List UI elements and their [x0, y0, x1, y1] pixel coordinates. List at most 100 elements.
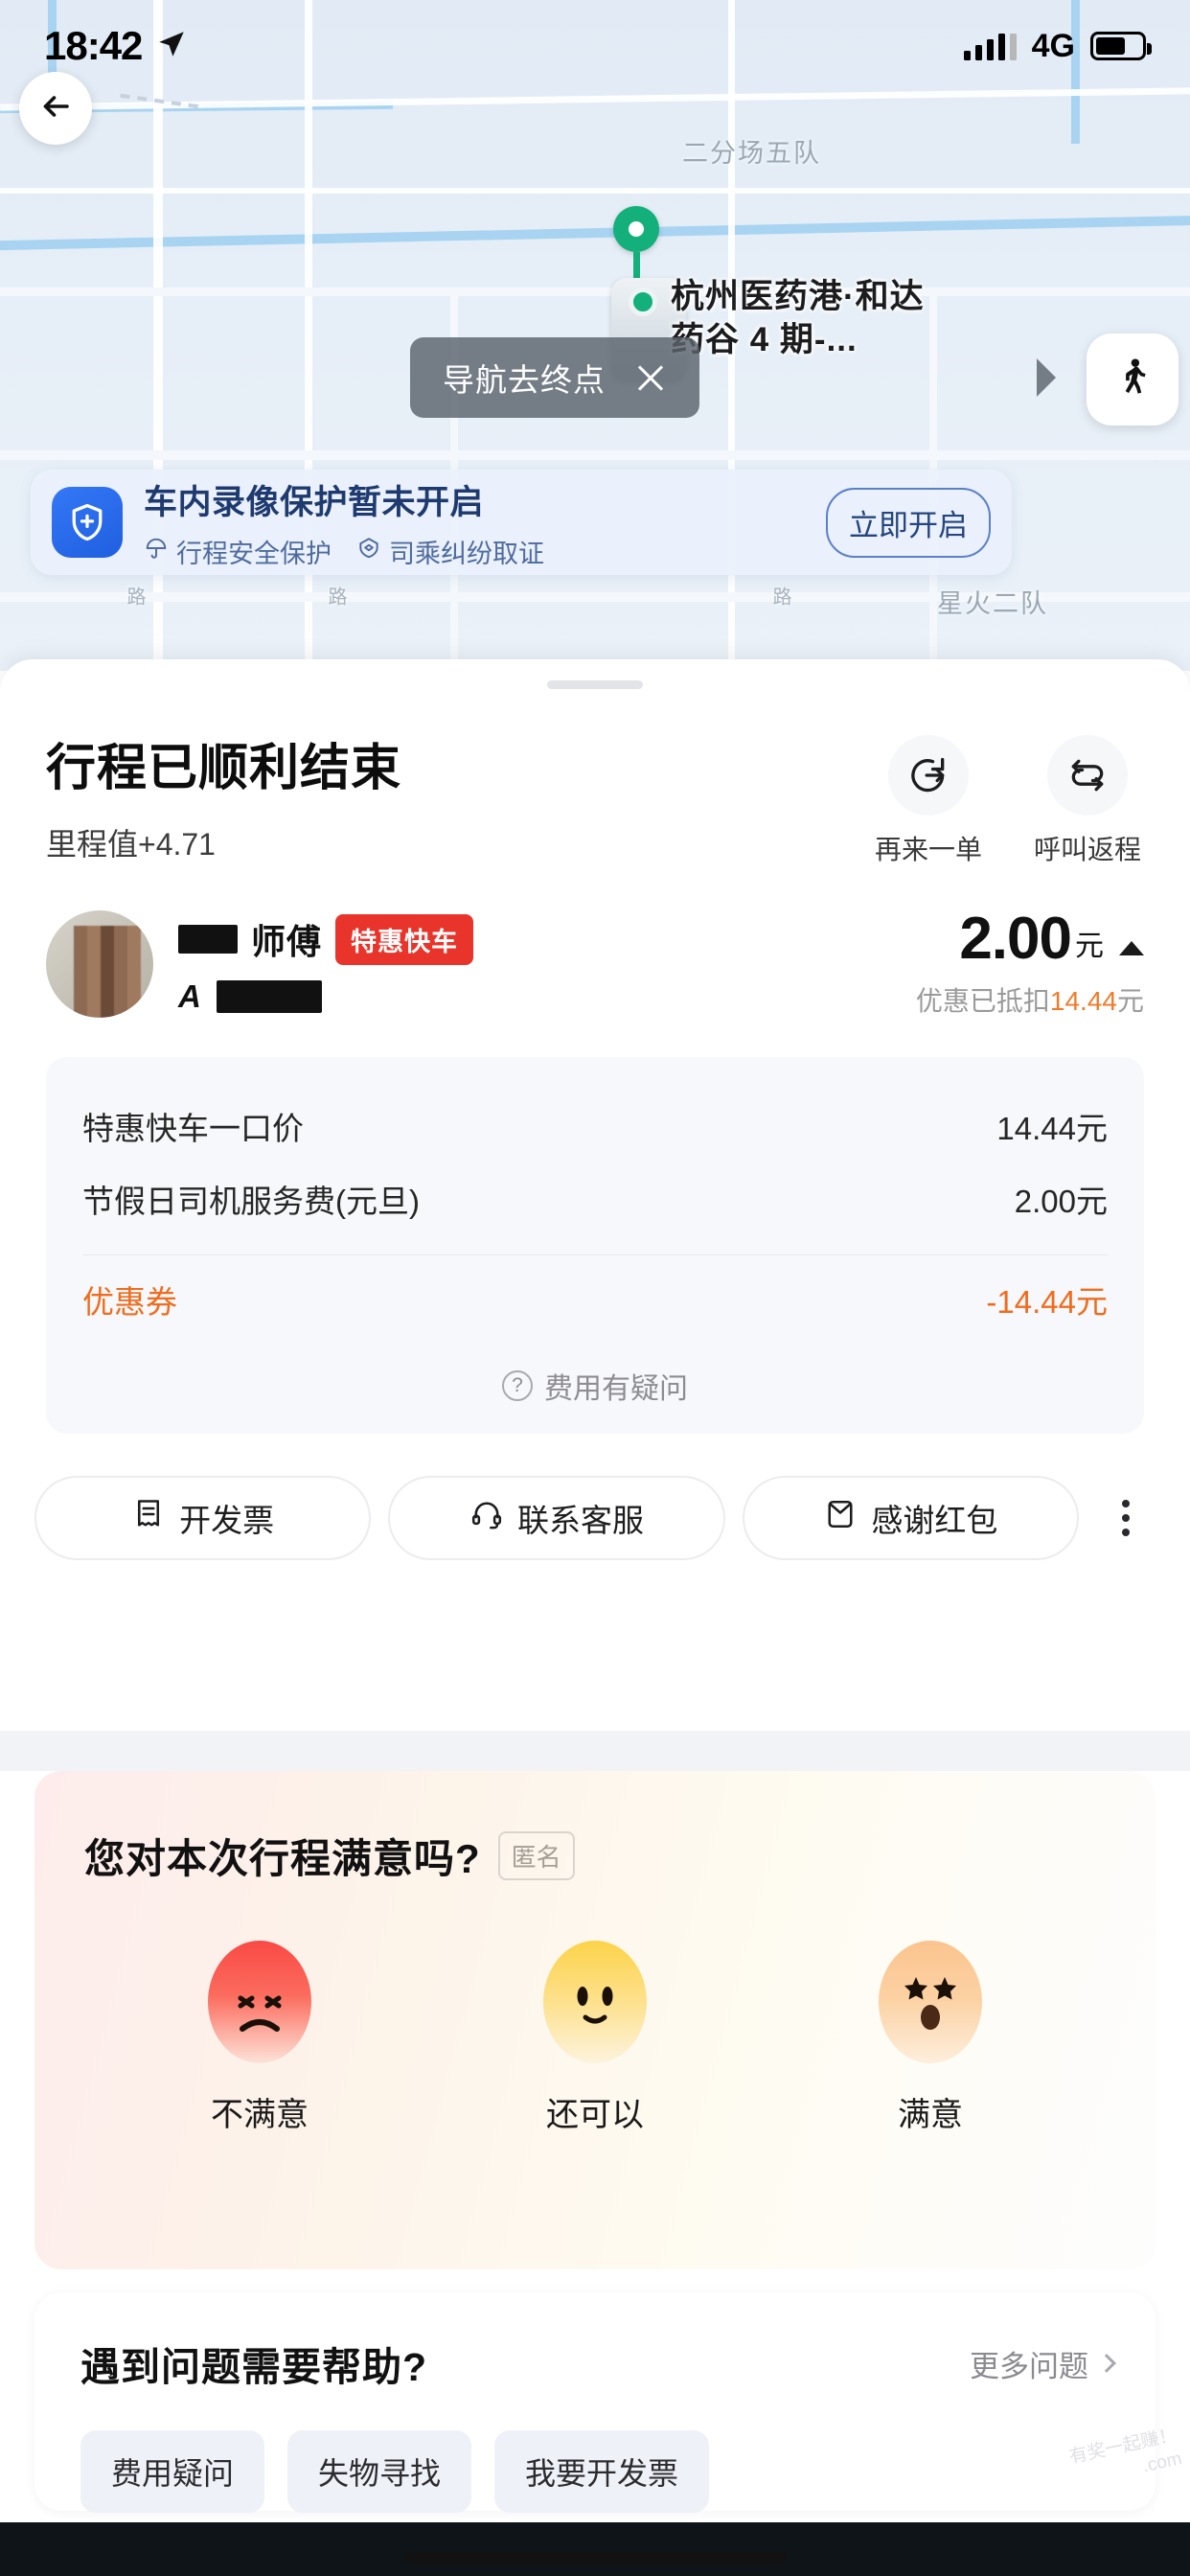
fare-row: 节假日司机服务费(元旦) 2.00元 — [82, 1162, 1108, 1235]
car-type-badge: 特惠快车 — [335, 913, 474, 965]
headset-icon — [469, 1497, 504, 1539]
plate-redaction — [216, 979, 322, 1013]
mileage-value: 里程值+4.71 — [46, 827, 216, 862]
sheet-grabber[interactable] — [547, 680, 643, 689]
more-questions-link[interactable]: 更多问题 — [970, 2342, 1116, 2385]
shield-plus-icon — [52, 487, 123, 558]
neutral-face-icon — [543, 1941, 647, 2063]
coupon-row[interactable]: 优惠券 -14.44元 — [82, 1263, 1108, 1336]
safety-feature-1: 行程安全保护 — [144, 533, 332, 570]
back-arrow-icon — [38, 89, 73, 128]
map-road-label-1: 路 — [124, 586, 145, 609]
more-vertical-icon[interactable] — [1096, 1476, 1156, 1560]
safety-feature-1-label: 行程安全保护 — [176, 539, 332, 568]
discount-note-suffix: 元 — [1116, 986, 1144, 1016]
more-questions-label: 更多问题 — [970, 2349, 1088, 2383]
safety-banner-title: 车内录像保护暂未开启 — [144, 483, 485, 521]
safety-feature-2-label: 司乘纠纷取证 — [389, 539, 544, 568]
umbrella-icon — [144, 536, 169, 567]
map-bottom-label: 星火二队 — [937, 589, 1048, 618]
fare-divider — [82, 1254, 1108, 1255]
map-road-minor-1 — [0, 288, 1190, 296]
caret-up-icon[interactable] — [1119, 941, 1144, 955]
discount-note-prefix: 优惠已抵扣 — [915, 986, 1050, 1016]
discount-note: 优惠已抵扣14.44元 — [916, 980, 1144, 1019]
fare-label: 特惠快车一口价 — [82, 1111, 304, 1146]
help-title: 遇到问题需要帮助? — [80, 2345, 428, 2389]
rating-title: 您对本次行程满意吗? — [84, 1836, 481, 1881]
anonymous-badge: 匿名 — [497, 1831, 575, 1880]
fare-question-label: 费用有疑问 — [544, 1373, 688, 1405]
invoice-label: 开发票 — [179, 1503, 275, 1538]
location-arrow-icon — [155, 28, 188, 65]
page-title: 行程已顺利结束 — [46, 741, 402, 796]
coupon-value: -14.44元 — [986, 1284, 1108, 1320]
help-chip-lost-item[interactable]: 失物寻找 — [287, 2430, 472, 2513]
fare-value: 14.44元 — [996, 1111, 1108, 1146]
driver-name: 师傅 — [251, 922, 323, 961]
enable-recording-button[interactable]: 立即开启 — [826, 487, 991, 558]
rating-option-ok[interactable]: 还可以 — [490, 1941, 700, 2135]
navigate-to-destination-tooltip[interactable]: 导航去终点 — [410, 337, 699, 418]
question-circle-icon: ? — [502, 1370, 533, 1401]
map-road-label-2: 路 — [325, 586, 346, 609]
rating-option-unsatisfied[interactable]: 不满意 — [154, 1941, 365, 2135]
plate-prefix: A — [178, 978, 201, 1014]
help-chip-invoice[interactable]: 我要开发票 — [494, 2430, 710, 2513]
help-chip-fee[interactable]: 费用疑问 — [80, 2430, 265, 2513]
price-unit: 元 — [1075, 931, 1104, 962]
tip-button[interactable]: 感谢红包 — [742, 1476, 1079, 1560]
close-icon[interactable] — [634, 361, 667, 394]
handshake-icon — [356, 536, 381, 567]
home-indicator[interactable] — [403, 2552, 787, 2563]
avatar — [46, 910, 153, 1018]
map-road-minor-2 — [0, 450, 1190, 460]
pin-head-icon — [613, 206, 659, 252]
fare-question-link[interactable]: ? 费用有疑问 — [82, 1365, 1108, 1407]
walk-mode-button[interactable] — [1087, 334, 1179, 426]
star-eyes-face-icon — [879, 1941, 982, 2063]
fare-label: 节假日司机服务费(元旦) — [82, 1184, 420, 1219]
destination-pin[interactable] — [613, 206, 659, 287]
rating-label-unsatisfied: 不满意 — [211, 2097, 309, 2133]
system-navigation-strip — [0, 2522, 1190, 2576]
tip-label: 感谢红包 — [871, 1503, 998, 1538]
price-block[interactable]: 2.00 元 优惠已抵扣14.44元 — [916, 909, 1144, 1019]
signal-bars-icon — [963, 32, 1017, 60]
section-divider — [0, 1731, 1190, 1771]
red-packet-icon — [823, 1497, 858, 1539]
reorder-label: 再来一单 — [874, 835, 982, 864]
coupon-label: 优惠券 — [82, 1284, 177, 1320]
angry-face-icon — [208, 1941, 311, 2063]
fare-row: 特惠快车一口价 14.44元 — [82, 1090, 1108, 1162]
network-type-label: 4G — [1031, 27, 1075, 64]
rating-option-satisfied[interactable]: 满意 — [825, 1941, 1036, 2135]
driver-row[interactable]: 师傅 特惠快车 A 2.00 元 优惠已抵扣14.44元 — [0, 867, 1190, 1019]
nav-tip-label: 导航去终点 — [443, 362, 606, 398]
return-trip-button[interactable]: 呼叫返程 — [1031, 735, 1144, 867]
action-button-row: 开发票 联系客服 感谢红包 — [0, 1434, 1190, 1560]
invoice-icon — [131, 1497, 166, 1539]
safety-feature-2: 司乘纠纷取证 — [356, 533, 544, 570]
walking-person-icon — [1110, 356, 1155, 404]
nav-tip-pointer — [1037, 358, 1056, 397]
contact-support-label: 联系客服 — [516, 1503, 644, 1538]
invoice-button[interactable]: 开发票 — [34, 1476, 372, 1560]
reorder-button[interactable]: 再来一单 — [872, 735, 985, 867]
help-card: 遇到问题需要帮助? 更多问题 费用疑问 失物寻找 我要开发票 — [34, 2292, 1156, 2513]
return-trip-label: 呼叫返程 — [1033, 835, 1141, 864]
safety-banner[interactable]: 车内录像保护暂未开启 行程安全保护 司乘纠纷取证 立即开启 — [31, 470, 1012, 575]
status-bar: 18:42 4G — [0, 0, 1190, 92]
price-amount: 2.00 — [959, 906, 1072, 972]
return-trip-icon — [1047, 735, 1128, 816]
map-area-label: 二分场五队 — [682, 139, 821, 168]
rating-label-ok: 还可以 — [546, 2097, 644, 2133]
rating-card: 您对本次行程满意吗? 匿名 不满意 还可以 满意 — [34, 1771, 1156, 2269]
trip-detail-sheet: 行程已顺利结束 里程值+4.71 再来一单 呼叫返程 师傅 特惠快车 A 2.0… — [0, 659, 1190, 2576]
contact-support-button[interactable]: 联系客服 — [388, 1476, 725, 1560]
rating-label-satisfied: 满意 — [898, 2097, 963, 2133]
trip-summary-header: 行程已顺利结束 里程值+4.71 再来一单 呼叫返程 — [0, 689, 1190, 867]
map-road-horizontal-2 — [0, 188, 1190, 194]
driver-name-redaction — [178, 925, 238, 954]
map-road-label-3: 路 — [769, 586, 790, 609]
